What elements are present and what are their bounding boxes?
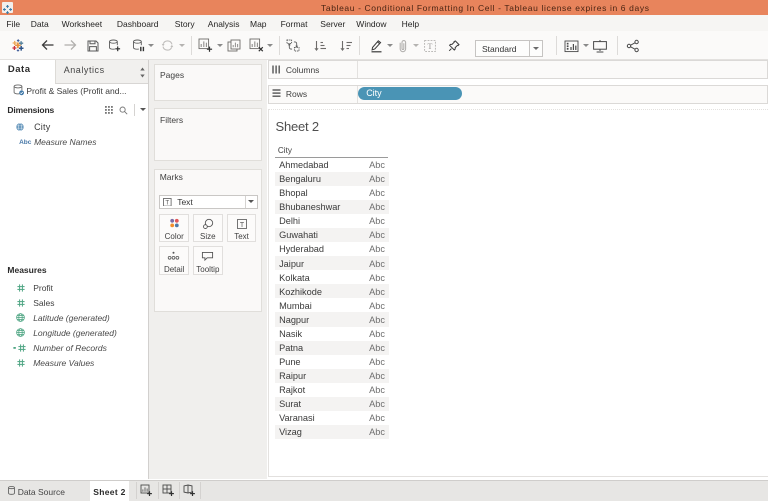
svg-text:T: T bbox=[240, 222, 245, 229]
svg-text:T: T bbox=[166, 199, 170, 206]
svg-text:T: T bbox=[428, 42, 433, 51]
